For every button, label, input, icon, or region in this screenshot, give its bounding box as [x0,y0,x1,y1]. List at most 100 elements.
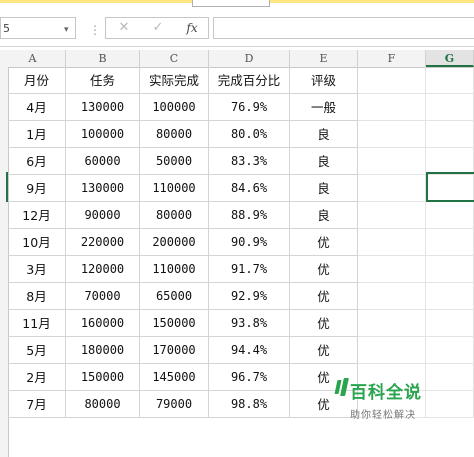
table-cell[interactable]: 良 [290,148,358,175]
empty-cell[interactable] [426,337,474,364]
table-cell[interactable]: 良 [290,202,358,229]
table-cell[interactable]: 160000 [66,310,140,337]
table-cell[interactable]: 90000 [66,202,140,229]
header-cell[interactable]: 评级 [290,67,358,94]
table-cell[interactable]: 60000 [66,148,140,175]
column-header-d[interactable]: D [209,50,290,67]
table-cell[interactable]: 80000 [66,391,140,418]
header-cell[interactable]: 任务 [66,67,140,94]
empty-cell[interactable] [426,67,474,94]
table-cell[interactable]: 91.7% [209,256,290,283]
ribbon-tab[interactable] [192,0,270,7]
empty-cell[interactable] [358,94,426,121]
empty-cell[interactable] [426,202,474,229]
table-cell[interactable]: 优 [290,310,358,337]
table-cell[interactable]: 10月 [8,229,66,256]
empty-cell[interactable] [426,310,474,337]
empty-cell[interactable] [426,256,474,283]
enter-icon[interactable]: ✓ [146,18,170,38]
table-cell[interactable]: 88.9% [209,202,290,229]
table-cell[interactable]: 200000 [140,229,209,256]
table-cell[interactable]: 7月 [8,391,66,418]
table-cell[interactable]: 3月 [8,256,66,283]
table-cell[interactable]: 12月 [8,202,66,229]
empty-cell[interactable] [358,121,426,148]
table-cell[interactable]: 100000 [140,94,209,121]
empty-cell[interactable] [358,337,426,364]
header-cell[interactable]: 实际完成 [140,67,209,94]
empty-cell[interactable] [358,229,426,256]
table-cell[interactable]: 130000 [66,94,140,121]
column-header-g[interactable]: G [426,50,474,67]
watermark-bars-icon [334,378,350,398]
table-cell[interactable]: 70000 [66,283,140,310]
table-cell[interactable]: 50000 [140,148,209,175]
table-cell[interactable]: 110000 [140,175,209,202]
table-cell[interactable]: 8月 [8,283,66,310]
empty-cell[interactable] [358,256,426,283]
table-cell[interactable]: 65000 [140,283,209,310]
table-cell[interactable]: 一般 [290,94,358,121]
table-cell[interactable]: 98.8% [209,391,290,418]
table-cell[interactable]: 93.8% [209,310,290,337]
table-cell[interactable]: 9月 [8,175,66,202]
name-box-dropdown-icon[interactable]: ▾ [64,25,69,35]
empty-cell[interactable] [358,148,426,175]
table-cell[interactable]: 110000 [140,256,209,283]
header-cell[interactable]: 完成百分比 [209,67,290,94]
table-cell[interactable]: 76.9% [209,94,290,121]
header-cell[interactable]: 月份 [8,67,66,94]
column-header-f[interactable]: F [358,50,426,67]
empty-cell[interactable] [358,175,426,202]
column-header-a[interactable]: A [0,50,66,67]
table-cell[interactable]: 良 [290,121,358,148]
table-cell[interactable]: 80.0% [209,121,290,148]
table-cell[interactable]: 5月 [8,337,66,364]
table-cell[interactable]: 良 [290,175,358,202]
empty-cell[interactable] [426,229,474,256]
formula-input[interactable] [213,17,474,39]
empty-cell[interactable] [358,202,426,229]
empty-cell[interactable] [426,283,474,310]
table-cell[interactable]: 优 [290,337,358,364]
insert-function-icon[interactable]: fx [180,18,204,38]
empty-cell[interactable] [358,283,426,310]
table-cell[interactable]: 150000 [140,310,209,337]
table-cell[interactable]: 2月 [8,364,66,391]
column-header-e[interactable]: E [290,50,358,67]
table-cell[interactable]: 130000 [66,175,140,202]
table-cell[interactable]: 220000 [66,229,140,256]
empty-cell[interactable] [426,94,474,121]
table-cell[interactable]: 4月 [8,94,66,121]
table-cell[interactable]: 11月 [8,310,66,337]
column-header-b[interactable]: B [66,50,140,67]
table-cell[interactable]: 83.3% [209,148,290,175]
table-cell[interactable]: 84.6% [209,175,290,202]
table-cell[interactable]: 150000 [66,364,140,391]
empty-cell[interactable] [426,121,474,148]
table-cell[interactable]: 100000 [66,121,140,148]
formula-bar-grip-icon[interactable]: ⋮ [89,23,101,37]
active-cell-cursor[interactable] [426,172,474,202]
table-cell[interactable]: 92.9% [209,283,290,310]
empty-cell[interactable] [358,310,426,337]
table-cell[interactable]: 80000 [140,121,209,148]
cancel-icon[interactable]: ✕ [112,18,136,38]
table-cell[interactable]: 96.7% [209,364,290,391]
table-cell[interactable]: 6月 [8,148,66,175]
table-cell[interactable]: 145000 [140,364,209,391]
table-cell[interactable]: 94.4% [209,337,290,364]
table-cell[interactable]: 180000 [66,337,140,364]
empty-cell[interactable] [426,148,474,175]
table-cell[interactable]: 80000 [140,202,209,229]
table-cell[interactable]: 优 [290,256,358,283]
table-cell[interactable]: 1月 [8,121,66,148]
column-header-c[interactable]: C [140,50,209,67]
table-cell[interactable]: 170000 [140,337,209,364]
table-cell[interactable]: 79000 [140,391,209,418]
table-cell[interactable]: 优 [290,229,358,256]
empty-cell[interactable] [358,67,426,94]
table-cell[interactable]: 优 [290,283,358,310]
table-cell[interactable]: 90.9% [209,229,290,256]
table-cell[interactable]: 120000 [66,256,140,283]
